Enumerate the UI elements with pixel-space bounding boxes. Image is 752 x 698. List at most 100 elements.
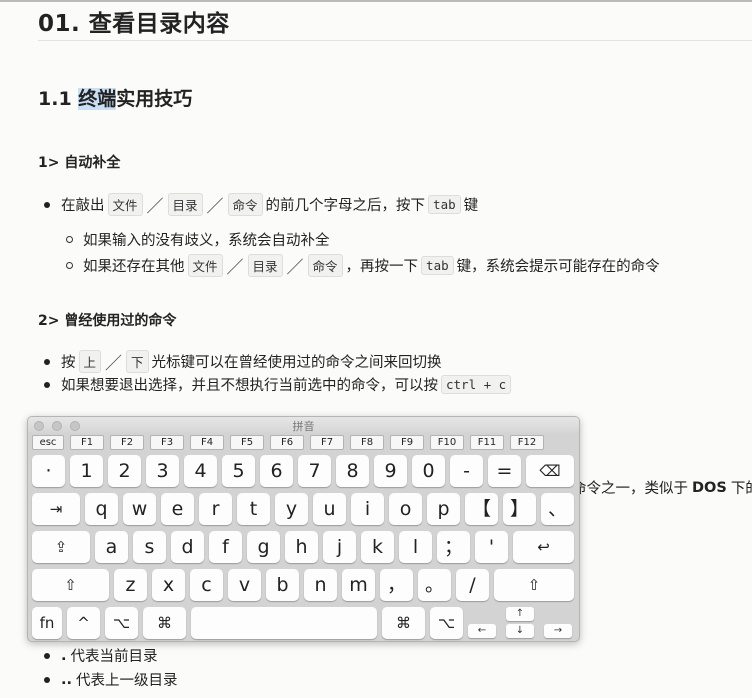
text: 命令之一，类似于 [572, 481, 688, 497]
key-k[interactable]: k [361, 531, 394, 563]
key-h[interactable]: h [285, 531, 318, 563]
arrow-right-key-icon[interactable]: → [544, 624, 572, 638]
control-key-icon[interactable]: ^ [67, 607, 100, 639]
key-9[interactable]: 9 [374, 455, 407, 487]
key-period[interactable]: 。 [418, 569, 451, 601]
key-f9[interactable]: F9 [390, 435, 424, 450]
key-2[interactable]: 2 [108, 455, 141, 487]
key-6[interactable]: 6 [260, 455, 293, 487]
key-u[interactable]: u [313, 493, 346, 525]
key-f4[interactable]: F4 [190, 435, 224, 450]
shift-right-key-icon[interactable]: ⇧ [494, 569, 574, 601]
command-left-key-icon[interactable]: ⌘ [143, 607, 186, 639]
key-g[interactable]: g [247, 531, 280, 563]
key-v[interactable]: v [228, 569, 261, 601]
key-t[interactable]: t [237, 493, 270, 525]
key-backslash[interactable]: 、 [541, 493, 574, 525]
key-b[interactable]: b [266, 569, 299, 601]
key-s[interactable]: s [133, 531, 166, 563]
keyboard-viewer-window[interactable]: 拼音 esc F1 F2 F3 F4 F5 F6 F7 F8 F9 F10 F1… [27, 416, 580, 642]
arrow-left-key-icon[interactable]: ← [468, 624, 496, 638]
key-f3[interactable]: F3 [150, 435, 184, 450]
key-esc[interactable]: esc [32, 435, 64, 450]
slash: ／ [146, 197, 164, 217]
key-equals[interactable]: = [488, 455, 521, 487]
key-e[interactable]: e [161, 493, 194, 525]
code-dir: 目录 [167, 193, 203, 216]
key-f2[interactable]: F2 [110, 435, 144, 450]
bullet [44, 652, 50, 659]
text-bold: . [61, 647, 67, 664]
text: 代表上一级目录 [76, 673, 178, 689]
arrow-up-key-icon[interactable]: ↑ [506, 607, 534, 621]
key-comma[interactable]: ， [380, 569, 413, 601]
key-y[interactable]: y [275, 493, 308, 525]
key-f11[interactable]: F11 [470, 435, 504, 450]
page-title: 01. 查看目录内容 [38, 11, 230, 37]
key-slash[interactable]: / [456, 569, 489, 601]
arrow-down-key-icon[interactable]: ↓ [506, 624, 534, 638]
key-right-bracket[interactable]: 】 [503, 493, 536, 525]
key-d[interactable]: d [171, 531, 204, 563]
option-right-key-icon[interactable]: ⌥ [430, 607, 463, 639]
code-cmd: 命令 [227, 193, 263, 216]
return-key-icon[interactable]: ↩ [513, 531, 574, 563]
key-fn[interactable]: fn [32, 607, 62, 639]
key-f6[interactable]: F6 [270, 435, 304, 450]
space-bar[interactable] [191, 607, 377, 639]
key-l[interactable]: l [399, 531, 432, 563]
key-n[interactable]: n [304, 569, 337, 601]
key-5[interactable]: 5 [222, 455, 255, 487]
text: 下的 [730, 481, 752, 497]
key-x[interactable]: x [152, 569, 185, 601]
key-8[interactable]: 8 [336, 455, 369, 487]
caps-lock-key-icon[interactable]: ⇪ [32, 531, 90, 563]
key-j[interactable]: j [323, 531, 356, 563]
delete-key-icon[interactable]: ⌫ [526, 455, 574, 487]
key-minus[interactable]: - [450, 455, 483, 487]
key-0[interactable]: 0 [412, 455, 445, 487]
key-w[interactable]: w [123, 493, 156, 525]
list-item: . 代表当前目录 [44, 645, 158, 666]
key-r[interactable]: r [199, 493, 232, 525]
selected-text[interactable]: 终端 [78, 88, 117, 110]
key-middle-dot[interactable]: · [32, 455, 65, 487]
keyboard-titlebar[interactable]: 拼音 [28, 417, 579, 433]
key-3[interactable]: 3 [146, 455, 179, 487]
key-i[interactable]: i [351, 493, 384, 525]
key-f1[interactable]: F1 [70, 435, 104, 450]
key-o[interactable]: o [389, 493, 422, 525]
key-p[interactable]: p [427, 493, 460, 525]
key-c[interactable]: c [190, 569, 223, 601]
key-a[interactable]: a [95, 531, 128, 563]
list-item: 在敲出 文件／目录／命令 的前几个字母之后，按下 tab 键 [44, 192, 478, 217]
key-semicolon[interactable]: ； [437, 531, 470, 563]
code-up: 上 [78, 350, 102, 373]
command-right-key-icon[interactable]: ⌘ [382, 607, 425, 639]
key-f10[interactable]: F10 [430, 435, 464, 450]
tab-key-icon[interactable]: ⇥ [32, 493, 80, 525]
bullet [66, 262, 73, 269]
key-q[interactable]: q [85, 493, 118, 525]
shift-left-key-icon[interactable]: ⇧ [32, 569, 109, 601]
key-z[interactable]: z [114, 569, 147, 601]
subheading-history: 2> 曾经使用过的命令 [38, 313, 177, 329]
key-f5[interactable]: F5 [230, 435, 264, 450]
text-bold: DOS [692, 479, 727, 496]
key-quote[interactable]: ' [475, 531, 508, 563]
text: 在敲出 [61, 198, 105, 214]
code-file: 文件 [107, 193, 143, 216]
option-left-key-icon[interactable]: ⌥ [105, 607, 138, 639]
key-f8[interactable]: F8 [350, 435, 384, 450]
key-4[interactable]: 4 [184, 455, 217, 487]
key-f12[interactable]: F12 [510, 435, 544, 450]
text: 如果想要退出选择，并且不想执行当前选中的命令，可以按 [61, 378, 438, 394]
key-1[interactable]: 1 [70, 455, 103, 487]
bullet [66, 236, 73, 243]
key-f[interactable]: f [209, 531, 242, 563]
key-f7[interactable]: F7 [310, 435, 344, 450]
key-m[interactable]: m [342, 569, 375, 601]
key-7[interactable]: 7 [298, 455, 331, 487]
key-left-bracket[interactable]: 【 [465, 493, 498, 525]
text: 代表当前目录 [70, 649, 158, 665]
